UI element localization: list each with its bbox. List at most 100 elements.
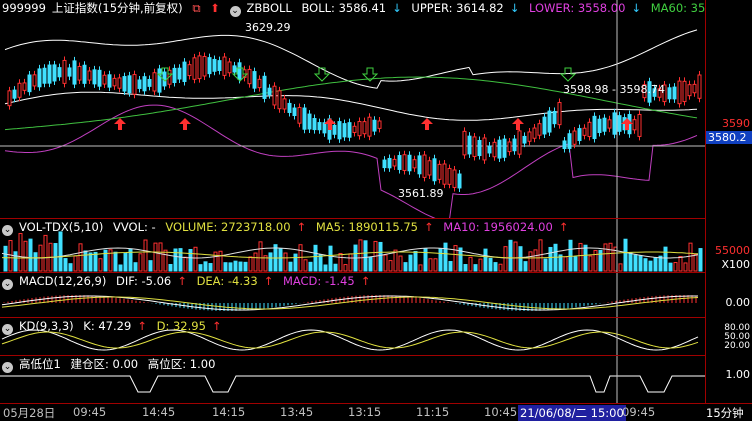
candle-body [482,137,487,161]
volume-bar [198,264,203,272]
candle-body [357,121,362,137]
candle-body [597,118,602,134]
time-axis: 05月28日 09:45 14:45 14:15 13:45 13:15 11:… [0,403,752,421]
volume-bar [243,261,248,272]
volume-bar [698,248,703,272]
candle-body [532,127,537,139]
candle-body [237,62,242,80]
volume-bar [403,262,408,272]
candle-body [302,107,307,130]
volume-bar [653,257,658,272]
volume-bar [478,258,483,272]
candle-body [147,79,152,87]
volume-bar [193,246,198,272]
annotation-low: 3561.89 [398,187,444,200]
annotation-range: 3598.98 - 3598.74 [563,83,665,96]
volume-bar [428,258,433,272]
time-label: 09:45 [73,405,107,419]
volume-bar [148,260,153,272]
volume-bar [233,260,238,272]
candle-body [222,56,227,76]
volume-indicator[interactable]: VOL-TDX(5,10) [19,220,103,234]
candle-body [282,98,287,110]
chevron-down-icon[interactable]: ⌄ [2,225,13,236]
chevron-down-icon[interactable]: ⌄ [2,279,13,290]
volume-bar [603,243,608,272]
candle-body [372,119,377,132]
candle-body [562,140,567,150]
period-selector[interactable]: 15分钟 [706,405,744,421]
macd-header: ⌄ MACD(12,26,9) DIF: -5.06 ↑ DEA: -4.33 ↑ M… [2,274,376,290]
kd-panel[interactable]: ⌄ KD(9,3,3) K: 47.29 ↑ D: 32.95 ↑ [0,317,705,356]
macd-indicator[interactable]: MACD(12,26,9) [19,274,106,288]
candle-body [687,84,692,97]
candle-body [322,122,327,134]
candle-body [12,89,17,99]
candle-body [537,123,542,136]
highlow-panel[interactable]: ⌄ 高低位1 建仓区: 0.00 高位区: 1.00 [0,355,705,404]
highlow-indicator[interactable]: 高低位1 [19,357,61,371]
candle-body [27,74,32,93]
candle-body [577,128,582,142]
upper-value: UPPER: 3614.82 [411,1,504,15]
volume-bar [18,233,23,272]
candle-body [442,163,447,185]
volume-bar [443,242,448,272]
volume-bar [343,264,348,272]
price-panel[interactable]: 999999 上证指数(15分钟,前复权) ⧉ ⬆ ⌄ ZBBOLL BOLL: 3… [0,0,705,218]
chevron-down-icon[interactable]: ⌄ [229,6,241,17]
chevron-down-icon[interactable]: ⌄ [2,324,13,335]
candle-body [307,113,312,130]
candle-body [17,82,22,98]
candle-body [317,122,322,131]
candle-body [67,67,72,77]
candle-body [87,70,92,81]
volume-bar [13,251,18,272]
candle-body [212,58,217,72]
volume-bar [113,251,118,272]
volume-bar [533,249,538,272]
candle-body [202,56,207,77]
up-arrow-icon: ↑ [263,274,274,288]
volume-bar [633,254,638,272]
kd-indicator[interactable]: KD(9,3,3) [19,319,74,333]
candle-body [187,64,192,77]
highlow-axis: 1.00 [705,355,752,403]
volume-bar [413,250,418,272]
volume-bar [278,248,283,272]
candle-body [427,160,432,176]
volume-bar [513,241,518,272]
volume-bar [58,231,63,272]
candle-body [402,154,407,171]
volume-bar [83,250,88,272]
candle-body [77,65,82,81]
volume-bar [433,258,438,272]
volume-bar [28,238,33,272]
candle-body [277,90,282,110]
arrow-up-icon[interactable]: ⬆ [210,1,220,15]
kd-tick-20: 20.00 [724,341,750,351]
macd-axis: 0.00 [705,272,752,317]
candle-body [507,141,512,153]
candle-body [502,138,507,158]
candle-body [62,59,67,84]
macd-panel[interactable]: ⌄ MACD(12,26,9) DIF: -5.06 ↑ DEA: -4.33 ↑ M… [0,272,705,318]
candle-body [197,55,202,80]
candle-body [337,121,342,140]
chevron-down-icon[interactable]: ⌄ [2,362,13,373]
candle-body [697,74,702,99]
candle-body [7,90,12,107]
volume-bar [498,263,503,272]
volume-bar [78,243,83,272]
volume-panel[interactable]: ⌄ VOL-TDX(5,10) VVOL: - VOLUME: 2723718.0… [0,218,705,273]
candle-body [377,120,382,129]
candle-body [417,155,422,175]
indicator-name[interactable]: ZBBOLL [247,1,292,15]
volume-bar [163,249,168,272]
candle-body [422,154,427,178]
candle-body [487,145,492,154]
settings-icon[interactable]: ⧉ [192,1,200,15]
volume-bar [323,264,328,272]
price-header: 999999 上证指数(15分钟,前复权) ⧉ ⬆ ⌄ ZBBOLL BOLL: 3… [2,1,705,17]
volume-axis: 55000 X100 [705,218,752,272]
